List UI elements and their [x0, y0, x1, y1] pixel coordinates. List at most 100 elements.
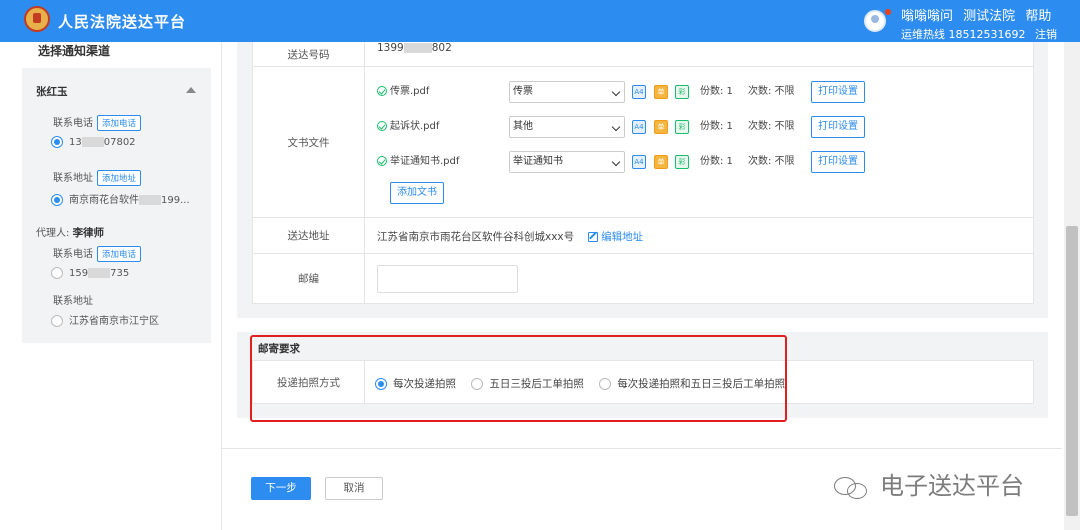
party-phone-option[interactable]: 13 07802	[51, 136, 136, 148]
document-type-select[interactable]: 其他	[509, 116, 625, 138]
color-print-tag[interactable]: 彩	[675, 120, 689, 134]
paper-a4-tag[interactable]: A4	[632, 155, 646, 169]
address-suffix: 199...	[161, 195, 190, 206]
phone-radio[interactable]	[51, 136, 63, 148]
header-link-user[interactable]: 嗡嗡嗡问	[901, 9, 953, 24]
serve-form: 送达号码 1399 802 文书文件 传票.pdf 传票 A4 单 彩 份数: 1…	[252, 42, 1034, 304]
document-name[interactable]: 起诉状.pdf	[390, 121, 439, 132]
notification-channel-panel: 张红玉 联系电话 添加电话 13 07802 联系地址 添加地址 南京雨花台软件 199…	[22, 68, 211, 343]
zip-input[interactable]	[377, 265, 518, 293]
agent-row: 代理人: 李律师	[36, 224, 104, 240]
next-step-button[interactable]: 下一步	[251, 477, 311, 500]
color-print-tag[interactable]: 彩	[675, 155, 689, 169]
serve-number-row: 送达号码 1399 802	[253, 42, 1033, 67]
agent-phone-prefix: 159	[69, 268, 89, 279]
copies-text: 份数: 1	[700, 121, 733, 132]
add-address-button[interactable]: 添加地址	[97, 170, 142, 186]
agent-address-label: 联系地址	[53, 296, 93, 307]
collapse-arrow-icon[interactable]	[186, 87, 196, 93]
highlight-box	[250, 335, 787, 422]
serve-number-suffix: 802	[431, 42, 452, 54]
agent-name: 李律师	[72, 227, 105, 239]
agent-address-option[interactable]: 江苏省南京市江宁区	[51, 312, 159, 327]
party-phone-row: 联系电话 添加电话	[53, 114, 142, 131]
notification-dot-icon	[885, 9, 891, 15]
document-name-wrap: 传票.pdf	[377, 81, 429, 103]
party-address-option[interactable]: 南京雨花台软件 199...	[51, 191, 190, 206]
document-name[interactable]: 传票.pdf	[390, 86, 429, 97]
color-print-tag[interactable]: 彩	[675, 85, 689, 99]
times-text: 次数: 不限	[748, 86, 795, 97]
document-name-wrap: 起诉状.pdf	[377, 116, 439, 138]
document-item: 举证通知书.pdf 举证通知书 A4 单 彩 份数: 1 次数: 不限 打印设置	[377, 151, 1027, 173]
agent-phone-option[interactable]: 159 735	[51, 267, 129, 279]
phone-prefix: 13	[69, 137, 82, 148]
hotline-text: 运维热线 18512531692	[901, 28, 1026, 41]
check-circle-icon	[377, 121, 387, 131]
header-link-court[interactable]: 测试法院	[963, 9, 1015, 24]
document-item: 传票.pdf 传票 A4 单 彩 份数: 1 次数: 不限 打印设置	[377, 81, 1027, 103]
header-link-help[interactable]: 帮助	[1025, 9, 1051, 24]
edit-address-link[interactable]: 编辑地址	[588, 231, 643, 243]
copies-text: 份数: 1	[700, 86, 733, 97]
documents-label: 文书文件	[253, 67, 365, 217]
serve-number-prefix: 1399	[377, 42, 404, 54]
serve-number-value: 1399 802	[377, 42, 452, 54]
add-document-button[interactable]: 添加文书	[390, 182, 444, 204]
document-type-select[interactable]: 传票	[509, 81, 625, 103]
agent-phone-radio[interactable]	[51, 267, 63, 279]
logout-link[interactable]: 注销	[1035, 28, 1057, 41]
paper-a4-tag[interactable]: A4	[632, 85, 646, 99]
zip-label: 邮编	[253, 254, 365, 303]
panel-divider	[221, 42, 222, 530]
agent-label: 代理人:	[36, 228, 70, 239]
agent-address-radio[interactable]	[51, 315, 63, 327]
paper-a4-tag[interactable]: A4	[632, 120, 646, 134]
document-name-wrap: 举证通知书.pdf	[377, 151, 459, 173]
single-side-tag[interactable]: 单	[654, 120, 668, 134]
agent-phone-label: 联系电话	[53, 249, 93, 260]
copies-text: 份数: 1	[700, 156, 733, 167]
agent-address: 江苏省南京市江宁区	[69, 316, 159, 327]
serve-number-label: 送达号码	[253, 42, 365, 66]
top-header: 人民法院送达平台 嗡嗡嗡问 测试法院 帮助 运维热线 18512531692 注…	[0, 0, 1080, 42]
brand-title: 人民法院送达平台	[58, 13, 187, 31]
print-settings-button[interactable]: 打印设置	[811, 151, 865, 173]
channel-section-title: 选择通知渠道	[38, 44, 111, 58]
add-phone-button[interactable]: 添加电话	[97, 115, 142, 131]
cancel-button[interactable]: 取消	[325, 477, 383, 500]
zip-row: 邮编	[253, 254, 1033, 303]
document-type-select[interactable]: 举证通知书	[509, 151, 625, 173]
document-item: 起诉状.pdf 其他 A4 单 彩 份数: 1 次数: 不限 打印设置	[377, 116, 1027, 138]
single-side-tag[interactable]: 单	[654, 155, 668, 169]
wechat-icon	[834, 475, 870, 499]
times-text: 次数: 不限	[748, 121, 795, 132]
print-settings-button[interactable]: 打印设置	[811, 81, 865, 103]
masked-address	[139, 195, 161, 205]
times-text: 次数: 不限	[748, 156, 795, 167]
party-address-row: 联系地址 添加地址	[53, 169, 142, 186]
agent-phone-suffix: 735	[110, 268, 130, 279]
edit-address-text[interactable]: 编辑地址	[601, 231, 643, 243]
single-side-tag[interactable]: 单	[654, 85, 668, 99]
address-prefix: 南京雨花台软件	[69, 195, 139, 206]
serve-number-mask	[403, 43, 432, 53]
watermark-text: 电子送达平台	[880, 472, 1024, 500]
party-name: 张红玉	[36, 86, 68, 98]
address-radio[interactable]	[51, 194, 63, 206]
edit-icon	[588, 232, 599, 242]
check-circle-icon	[377, 86, 387, 96]
print-settings-button[interactable]: 打印设置	[811, 116, 865, 138]
address-label: 联系地址	[53, 173, 93, 184]
scrollbar-thumb[interactable]	[1066, 226, 1078, 516]
agent-masked-digits	[88, 268, 111, 278]
documents-row: 文书文件 传票.pdf 传票 A4 单 彩 份数: 1 次数: 不限 打印设置 …	[253, 67, 1033, 218]
court-emblem-icon	[24, 6, 50, 32]
masked-digits	[81, 137, 104, 147]
agent-add-phone-button[interactable]: 添加电话	[97, 246, 142, 262]
phone-suffix: 07802	[103, 137, 136, 148]
check-circle-icon	[377, 156, 387, 166]
user-avatar-icon[interactable]	[864, 10, 886, 32]
serve-address-value: 江苏省南京市雨花台区软件谷科创城xxx号	[377, 231, 575, 243]
document-name[interactable]: 举证通知书.pdf	[390, 156, 459, 167]
